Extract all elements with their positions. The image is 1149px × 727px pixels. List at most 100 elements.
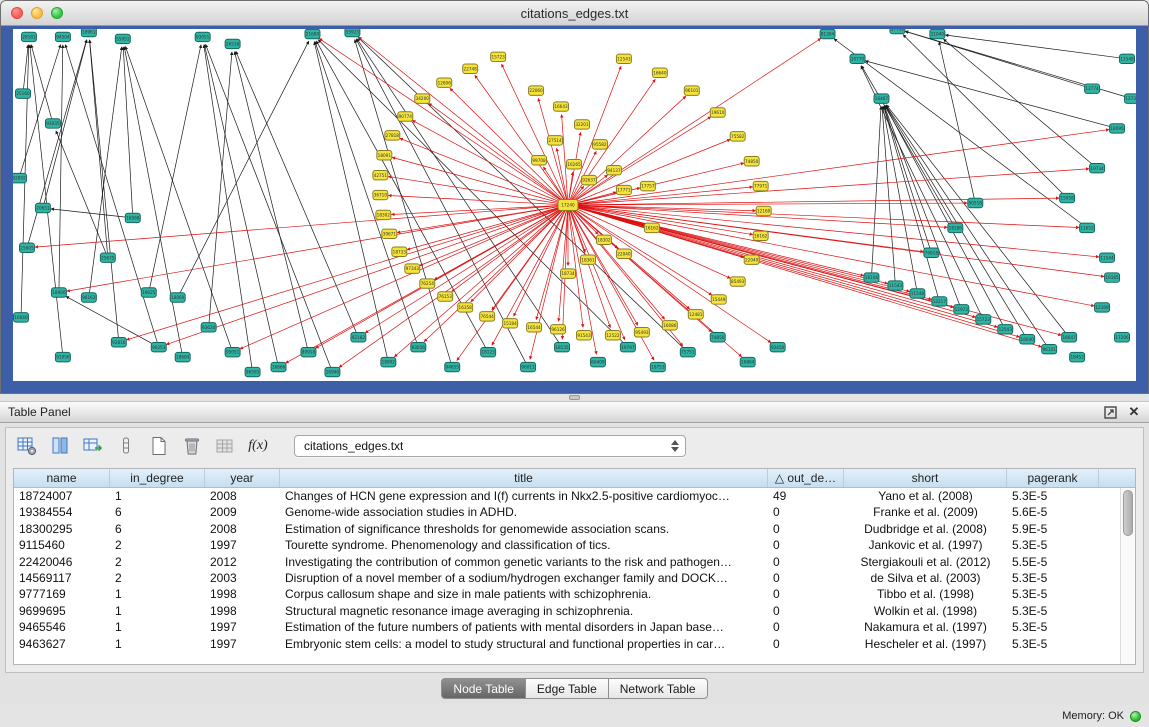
graph-node[interactable]: 27818 — [385, 131, 400, 140]
graph-node[interactable]: 12160 — [756, 206, 771, 215]
tab-node-table[interactable]: Node Table — [441, 678, 526, 699]
graph-node[interactable]: 15958 — [1060, 193, 1075, 202]
graph-node[interactable]: 18733 — [392, 247, 407, 256]
graph-node[interactable]: 76254 — [420, 279, 435, 288]
graph-node[interactable]: 16265 — [567, 160, 582, 169]
column-header-out_degree[interactable]: △ out_de… — [768, 469, 844, 487]
graph-node[interactable]: 18123 — [481, 347, 496, 356]
graph-node[interactable]: 94655 — [445, 362, 460, 371]
graph-node[interactable]: 96101 — [684, 86, 699, 95]
table-row[interactable]: 911546021997Tourette syndrome. Phenomeno… — [14, 537, 1120, 553]
graph-node[interactable]: 85493 — [730, 277, 745, 286]
graph-node[interactable]: 11548 — [910, 289, 925, 298]
graph-node[interactable]: 19025 — [141, 288, 156, 297]
graph-node[interactable]: 16086 — [662, 321, 677, 330]
graph-node[interactable]: 19610 — [710, 108, 725, 117]
graph-node[interactable]: 15449 — [711, 295, 726, 304]
graph-node[interactable]: 96162 — [81, 293, 96, 302]
graph-node[interactable]: 18060 — [170, 293, 185, 302]
graph-node[interactable]: 95493 — [634, 328, 649, 337]
graph-node[interactable]: 18095 — [1110, 124, 1125, 133]
graph-node[interactable]: 20651 — [35, 203, 50, 212]
graph-node[interactable]: 18091 — [377, 151, 392, 160]
table-row[interactable]: 2242004622012Investigating the contribut… — [14, 554, 1120, 570]
graph-node[interactable]: 89918 — [301, 347, 316, 356]
graph-node[interactable]: 12606 — [437, 78, 452, 87]
graph-node[interactable]: 10770 — [850, 54, 865, 63]
column-header-name[interactable]: name — [14, 469, 110, 487]
graph-node[interactable]: 12522 — [605, 331, 620, 340]
graph-node[interactable]: 94504 — [55, 32, 70, 41]
column-header-short[interactable]: short — [844, 469, 1007, 487]
network-graph[interactable]: 2818194504189615505193051265162160055923… — [13, 29, 1136, 381]
graph-node[interactable]: 16647 — [1062, 333, 1077, 342]
table-row[interactable]: 977716911998Corpus callosum shape and si… — [14, 586, 1120, 602]
import-table-icon[interactable] — [80, 433, 106, 459]
table-scrollbar-thumb[interactable] — [1123, 490, 1133, 536]
graph-node[interactable]: 16568 — [125, 213, 140, 222]
rename-table-icon[interactable] — [212, 433, 238, 459]
graph-node[interactable]: 12481 — [688, 310, 703, 319]
table-selector-dropdown[interactable]: citations_edges.txt — [294, 435, 686, 457]
graph-node[interactable]: 93620 — [201, 323, 216, 332]
graph-node[interactable]: 16046 — [13, 313, 28, 322]
float-panel-icon[interactable] — [1103, 405, 1117, 419]
table-row[interactable]: 1830029562008Estimation of significance … — [14, 521, 1120, 537]
graph-node[interactable]: 90518 — [968, 198, 983, 207]
graph-node[interactable]: 12734 — [1125, 94, 1136, 103]
graph-node[interactable]: 15723 — [491, 52, 506, 61]
graph-node[interactable]: 92816 — [111, 337, 126, 346]
graph-node[interactable]: 92182 — [351, 333, 366, 342]
graph-node[interactable]: 16640 — [652, 68, 667, 77]
tab-network-table[interactable]: Network Table — [608, 678, 708, 699]
graph-node[interactable]: 92637 — [581, 175, 596, 184]
graph-node[interactable]: 25605 — [19, 243, 34, 252]
horizontal-splitter[interactable] — [0, 394, 1149, 401]
graph-node[interactable]: 55923 — [345, 29, 360, 37]
table-scrollbar[interactable] — [1120, 488, 1135, 664]
graph-node[interactable]: 19734 — [1090, 163, 1105, 172]
window-titlebar[interactable]: citations_edges.txt — [1, 1, 1148, 26]
graph-node[interactable]: 18186 — [948, 223, 963, 232]
graph-node[interactable]: 18992 — [381, 357, 396, 366]
new-file-icon[interactable] — [146, 433, 172, 459]
graph-node[interactable]: 25675 — [100, 253, 115, 262]
table-row[interactable]: 1938455462009Genome-wide association stu… — [14, 504, 1120, 520]
table-row[interactable]: 969969511998Structural magnetic resonanc… — [14, 603, 1120, 619]
graph-node[interactable]: 16640 — [1020, 335, 1035, 344]
table-settings-icon[interactable] — [14, 433, 40, 459]
graph-node[interactable]: 17240 — [558, 200, 578, 211]
graph-node[interactable]: 15184 — [503, 319, 518, 328]
graph-node[interactable]: 12543 — [616, 54, 631, 63]
graph-node[interactable]: 19797 — [620, 342, 635, 351]
graph-node[interactable]: 17710 — [890, 29, 905, 34]
graph-node[interactable]: 90774 — [398, 112, 413, 121]
graph-node[interactable]: 16162 — [753, 231, 768, 240]
graph-node[interactable]: 93051 — [195, 32, 210, 41]
close-panel-icon[interactable]: ✕ — [1127, 405, 1141, 419]
graph-node[interactable]: 12774 — [1085, 84, 1100, 93]
show-columns-icon[interactable] — [47, 433, 73, 459]
graph-node[interactable]: 92450 — [770, 342, 785, 351]
graph-node[interactable]: 22060 — [529, 86, 544, 95]
graph-node[interactable]: 16544 — [527, 323, 542, 332]
graph-node[interactable]: 12109 — [1095, 303, 1110, 312]
graph-node[interactable]: 66409 — [590, 357, 605, 366]
column-header-in_degree[interactable]: in_degree — [110, 469, 205, 487]
graph-node[interactable]: 12217 — [932, 297, 947, 306]
graph-node[interactable]: 12973 — [954, 305, 969, 314]
graph-node[interactable]: 90253 — [151, 342, 166, 351]
graph-node[interactable]: 96505 — [245, 367, 260, 376]
graph-node[interactable]: 18753 — [650, 362, 665, 371]
graph-node[interactable]: 55051 — [115, 34, 130, 43]
graph-node[interactable]: 16106 — [864, 273, 879, 282]
graph-node[interactable]: 18302 — [376, 210, 391, 219]
tab-edge-table[interactable]: Edge Table — [525, 678, 609, 699]
graph-node[interactable]: 18361 — [580, 255, 595, 264]
graph-node[interactable]: 95582 — [592, 140, 607, 149]
graph-node[interactable]: 18302 — [596, 235, 611, 244]
graph-node[interactable]: 18135 — [555, 342, 570, 351]
graph-node[interactable]: 11544 — [1100, 253, 1115, 262]
graph-node[interactable]: 16358 — [458, 303, 473, 312]
graph-node[interactable]: 93035 — [45, 119, 60, 128]
